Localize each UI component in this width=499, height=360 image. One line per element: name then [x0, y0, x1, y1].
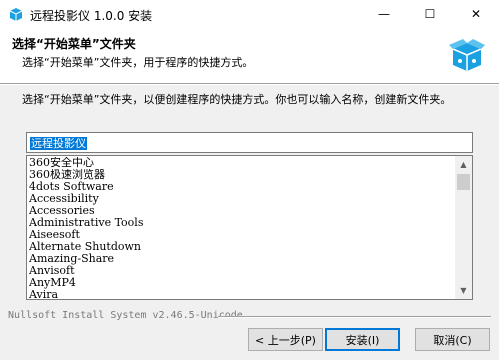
folder-list-item[interactable]: AnyMP4 — [29, 277, 454, 289]
cancel-button[interactable]: 取消(C) — [415, 328, 490, 351]
instruction-text: 选择“开始菜单”文件夹，以便创建程序的快捷方式。你也可以输入名称，创建新文件夹。 — [22, 93, 452, 106]
maximize-icon: ☐ — [424, 7, 436, 21]
page-title: 选择“开始菜单”文件夹 — [12, 37, 136, 51]
start-menu-folder-list[interactable]: 360安全中心 360极速浏览器 4dots Software Accessibili… — [26, 155, 473, 300]
close-button[interactable]: ✕ — [453, 0, 499, 28]
scroll-up-arrow-icon[interactable]: ▲ — [455, 156, 472, 173]
folder-list-item[interactable]: 4dots Software — [29, 181, 454, 193]
header-separator — [0, 83, 499, 85]
page-subtitle: 选择“开始菜单”文件夹，用于程序的快捷方式。 — [22, 56, 254, 69]
installer-branding: Nullsoft Install System v2.46.5-Unicode — [8, 310, 243, 321]
folder-list-item[interactable]: Aiseesoft — [29, 229, 454, 241]
folder-list-item[interactable]: 360极速浏览器 — [29, 169, 454, 181]
page-header: 选择“开始菜单”文件夹 选择“开始菜单”文件夹，用于程序的快捷方式。 — [0, 28, 499, 83]
start-menu-folder-input[interactable]: 远程投影仪 — [26, 132, 473, 153]
scrollbar-thumb[interactable] — [457, 174, 470, 190]
minimize-icon: — — [378, 7, 390, 21]
folder-input-value: 远程投影仪 — [30, 137, 87, 150]
footer-separator — [218, 316, 491, 318]
minimize-button[interactable]: — — [361, 0, 407, 28]
folder-list-items: 360安全中心 360极速浏览器 4dots Software Accessibili… — [29, 157, 454, 299]
install-button[interactable]: 安装(I) — [325, 328, 400, 351]
title-bar: 远程投影仪 1.0.0 安装 — ☐ ✕ — [0, 0, 499, 28]
folder-list-item[interactable]: Avira — [29, 289, 454, 299]
folder-list-item[interactable]: Alternate Shutdown — [29, 241, 454, 253]
folder-list-item[interactable]: Accessibility — [29, 193, 454, 205]
vertical-scrollbar[interactable]: ▲ ▼ — [455, 156, 472, 299]
close-icon: ✕ — [470, 7, 482, 21]
window-title: 远程投影仪 1.0.0 安装 — [30, 9, 153, 23]
folder-list-item[interactable]: Anvisoft — [29, 265, 454, 277]
scroll-down-arrow-icon[interactable]: ▼ — [455, 282, 472, 299]
back-button[interactable]: < 上一步(P) — [248, 328, 323, 351]
folder-list-item[interactable]: Administrative Tools — [29, 217, 454, 229]
package-box-icon — [449, 39, 485, 71]
folder-list-item[interactable]: Amazing-Share — [29, 253, 454, 265]
app-box-icon — [9, 8, 23, 21]
maximize-button[interactable]: ☐ — [407, 0, 453, 28]
folder-list-item[interactable]: 360安全中心 — [29, 157, 454, 169]
folder-list-item[interactable]: Accessories — [29, 205, 454, 217]
